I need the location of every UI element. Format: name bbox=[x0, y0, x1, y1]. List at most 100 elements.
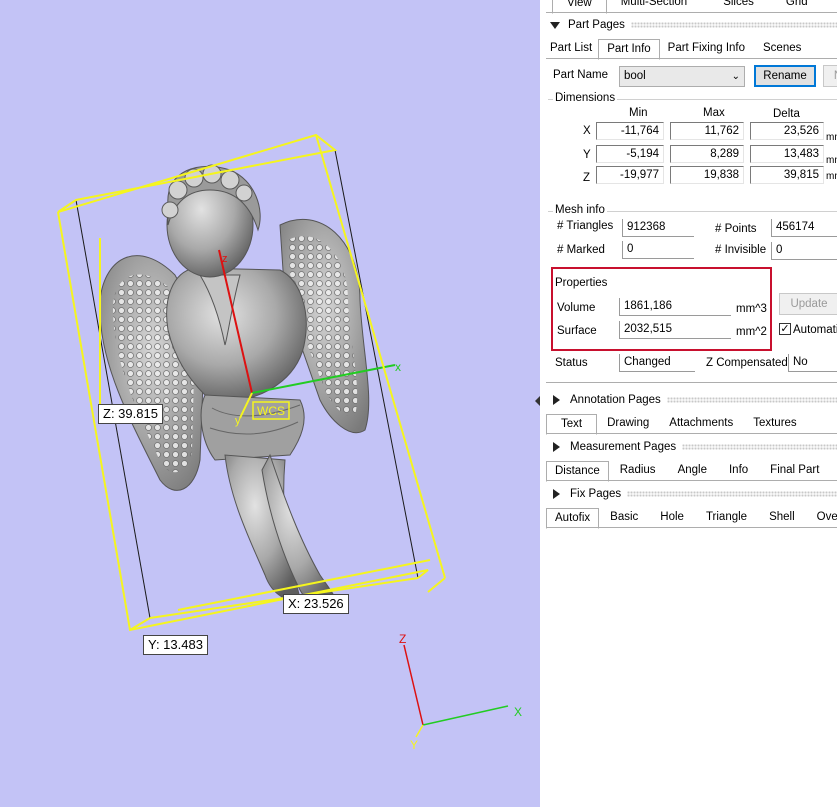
tab-basic[interactable]: Basic bbox=[599, 508, 649, 527]
tab-scenes[interactable]: Scenes bbox=[753, 39, 811, 58]
measurement-tab-divider bbox=[546, 480, 837, 481]
tab-drawing[interactable]: Drawing bbox=[597, 414, 659, 433]
dim-header-delta: Delta bbox=[773, 108, 800, 120]
splitter-handle[interactable] bbox=[535, 394, 540, 408]
fix-tab-divider bbox=[546, 527, 837, 528]
tab-autofix[interactable]: Autofix bbox=[546, 508, 600, 529]
global-axes-triad: Z X Y bbox=[399, 632, 522, 752]
dim-unit: mm bbox=[826, 171, 837, 182]
invisible-field: 0 bbox=[771, 242, 837, 260]
next-button[interactable]: N bbox=[823, 65, 837, 87]
part-pages-tabs: Part List Part Info Part Fixing Info Sce… bbox=[546, 39, 811, 60]
status-field: Changed bbox=[619, 354, 695, 372]
dim-max-field[interactable]: 8,289 bbox=[670, 145, 744, 163]
global-y-label: Y bbox=[410, 738, 418, 752]
volume-field: 1861,186 bbox=[619, 298, 731, 316]
scene-canvas[interactable]: z x y WCS Z X Y bbox=[0, 0, 540, 807]
dim-delta-field[interactable]: 39,815 bbox=[750, 166, 824, 184]
tab-final-part[interactable]: Final Part bbox=[759, 461, 830, 480]
checkmark-icon: ✓ bbox=[780, 323, 790, 335]
part-pages-bottom-divider bbox=[546, 382, 837, 383]
global-x-label: X bbox=[514, 705, 522, 719]
annotation-tabs: Text Drawing Attachments Textures bbox=[546, 414, 807, 435]
status-label: Status bbox=[555, 357, 588, 369]
collapse-left-icon bbox=[535, 396, 540, 406]
dim-min-field[interactable]: -11,764 bbox=[596, 122, 664, 140]
wcs-tag: WCS bbox=[252, 401, 290, 420]
x-dimension-label: X: 23.526 bbox=[283, 594, 349, 614]
tab-multi-section[interactable]: Multi-Section bbox=[607, 0, 701, 12]
dim-header-min: Min bbox=[629, 107, 648, 119]
tab-hole[interactable]: Hole bbox=[649, 508, 695, 527]
tab-text[interactable]: Text bbox=[546, 414, 598, 435]
volume-label: Volume bbox=[557, 302, 596, 314]
dim-delta-field[interactable]: 13,483 bbox=[750, 145, 824, 163]
automatic-checkbox[interactable]: ✓ bbox=[779, 323, 791, 335]
mesh-info-title: Mesh info bbox=[553, 204, 607, 216]
tab-info[interactable]: Info bbox=[718, 461, 759, 480]
surface-label: Surface bbox=[557, 325, 597, 337]
z-dimension-label: Z: 39.815 bbox=[98, 404, 163, 424]
properties-title: Properties bbox=[555, 277, 608, 289]
marked-label: # Marked bbox=[557, 244, 605, 256]
triangles-field: 912368 bbox=[622, 219, 694, 237]
annotation-pages-header[interactable]: Annotation Pages bbox=[546, 390, 837, 410]
chevron-down-icon: ⌄ bbox=[731, 71, 740, 82]
tab-radius[interactable]: Radius bbox=[609, 461, 667, 480]
dim-unit: mm bbox=[826, 155, 837, 166]
part-name-select[interactable]: bool ⌄ bbox=[619, 66, 745, 87]
tab-part-info[interactable]: Part Info bbox=[598, 39, 660, 60]
dim-header-max: Max bbox=[703, 107, 725, 119]
tab-part-list[interactable]: Part List bbox=[546, 39, 598, 58]
tab-angle[interactable]: Angle bbox=[667, 461, 718, 480]
measurement-tabs: Distance Radius Angle Info Final Part bbox=[546, 461, 830, 482]
dim-axis-label: Z bbox=[583, 172, 591, 184]
tab-grid[interactable]: Grid bbox=[776, 0, 818, 12]
tab-distance[interactable]: Distance bbox=[546, 461, 609, 482]
dim-delta-field[interactable]: 23,526 bbox=[750, 122, 824, 140]
part-name-label: Part Name bbox=[553, 69, 608, 81]
section-divider bbox=[666, 397, 837, 403]
dimensions-title: Dimensions bbox=[553, 92, 618, 104]
points-label: # Points bbox=[715, 223, 757, 235]
part-pages-tab-divider bbox=[546, 58, 837, 59]
dim-min-field[interactable]: -5,194 bbox=[596, 145, 664, 163]
tab-shell[interactable]: Shell bbox=[758, 508, 806, 527]
dim-axis-label: X bbox=[583, 125, 591, 137]
part-pages-header[interactable]: Part Pages bbox=[546, 15, 837, 35]
measurement-pages-header[interactable]: Measurement Pages bbox=[546, 437, 837, 457]
update-button[interactable]: Update bbox=[779, 293, 837, 315]
side-panel: View Multi-Section Slices Grid Part Page… bbox=[540, 0, 837, 807]
dim-axis-label: Y bbox=[583, 149, 591, 161]
tab-slices[interactable]: Slices bbox=[701, 0, 776, 12]
surface-unit: mm^2 bbox=[736, 326, 767, 338]
tab-attachments[interactable]: Attachments bbox=[659, 414, 743, 433]
triangles-label: # Triangles bbox=[557, 220, 614, 232]
part-name-value: bool bbox=[624, 70, 646, 82]
tab-textures[interactable]: Textures bbox=[743, 414, 806, 433]
dim-max-field[interactable]: 11,762 bbox=[670, 122, 744, 140]
automatic-label: Automatic bbox=[793, 324, 837, 336]
z-compensated-label: Z Compensated bbox=[706, 357, 788, 369]
fix-pages-title: Fix Pages bbox=[570, 488, 622, 500]
surface-field: 2032,515 bbox=[619, 321, 731, 339]
volume-unit: mm^3 bbox=[736, 303, 767, 315]
fix-pages-header[interactable]: Fix Pages bbox=[546, 484, 837, 504]
marked-field: 0 bbox=[622, 241, 694, 259]
tab-part-fixing-info[interactable]: Part Fixing Info bbox=[660, 39, 753, 58]
local-z-label: z bbox=[222, 253, 228, 265]
measurement-pages-title: Measurement Pages bbox=[570, 441, 677, 453]
collapse-down-icon bbox=[550, 21, 560, 29]
3d-viewport[interactable]: z x y WCS Z X Y Z: 39.815 X: 23.526 Y: 1… bbox=[0, 0, 540, 807]
section-divider bbox=[627, 491, 837, 497]
points-field: 456174 bbox=[771, 219, 837, 237]
section-divider bbox=[682, 444, 837, 450]
tab-overlap[interactable]: Ove bbox=[806, 508, 837, 527]
dim-max-field[interactable]: 19,838 bbox=[670, 166, 744, 184]
y-dimension-label: Y: 13.483 bbox=[143, 635, 208, 655]
rename-button[interactable]: Rename bbox=[754, 65, 816, 87]
dim-min-field[interactable]: -19,977 bbox=[596, 166, 664, 184]
annotation-pages-title: Annotation Pages bbox=[570, 394, 661, 406]
tab-triangle[interactable]: Triangle bbox=[695, 508, 758, 527]
section-divider bbox=[630, 22, 837, 28]
